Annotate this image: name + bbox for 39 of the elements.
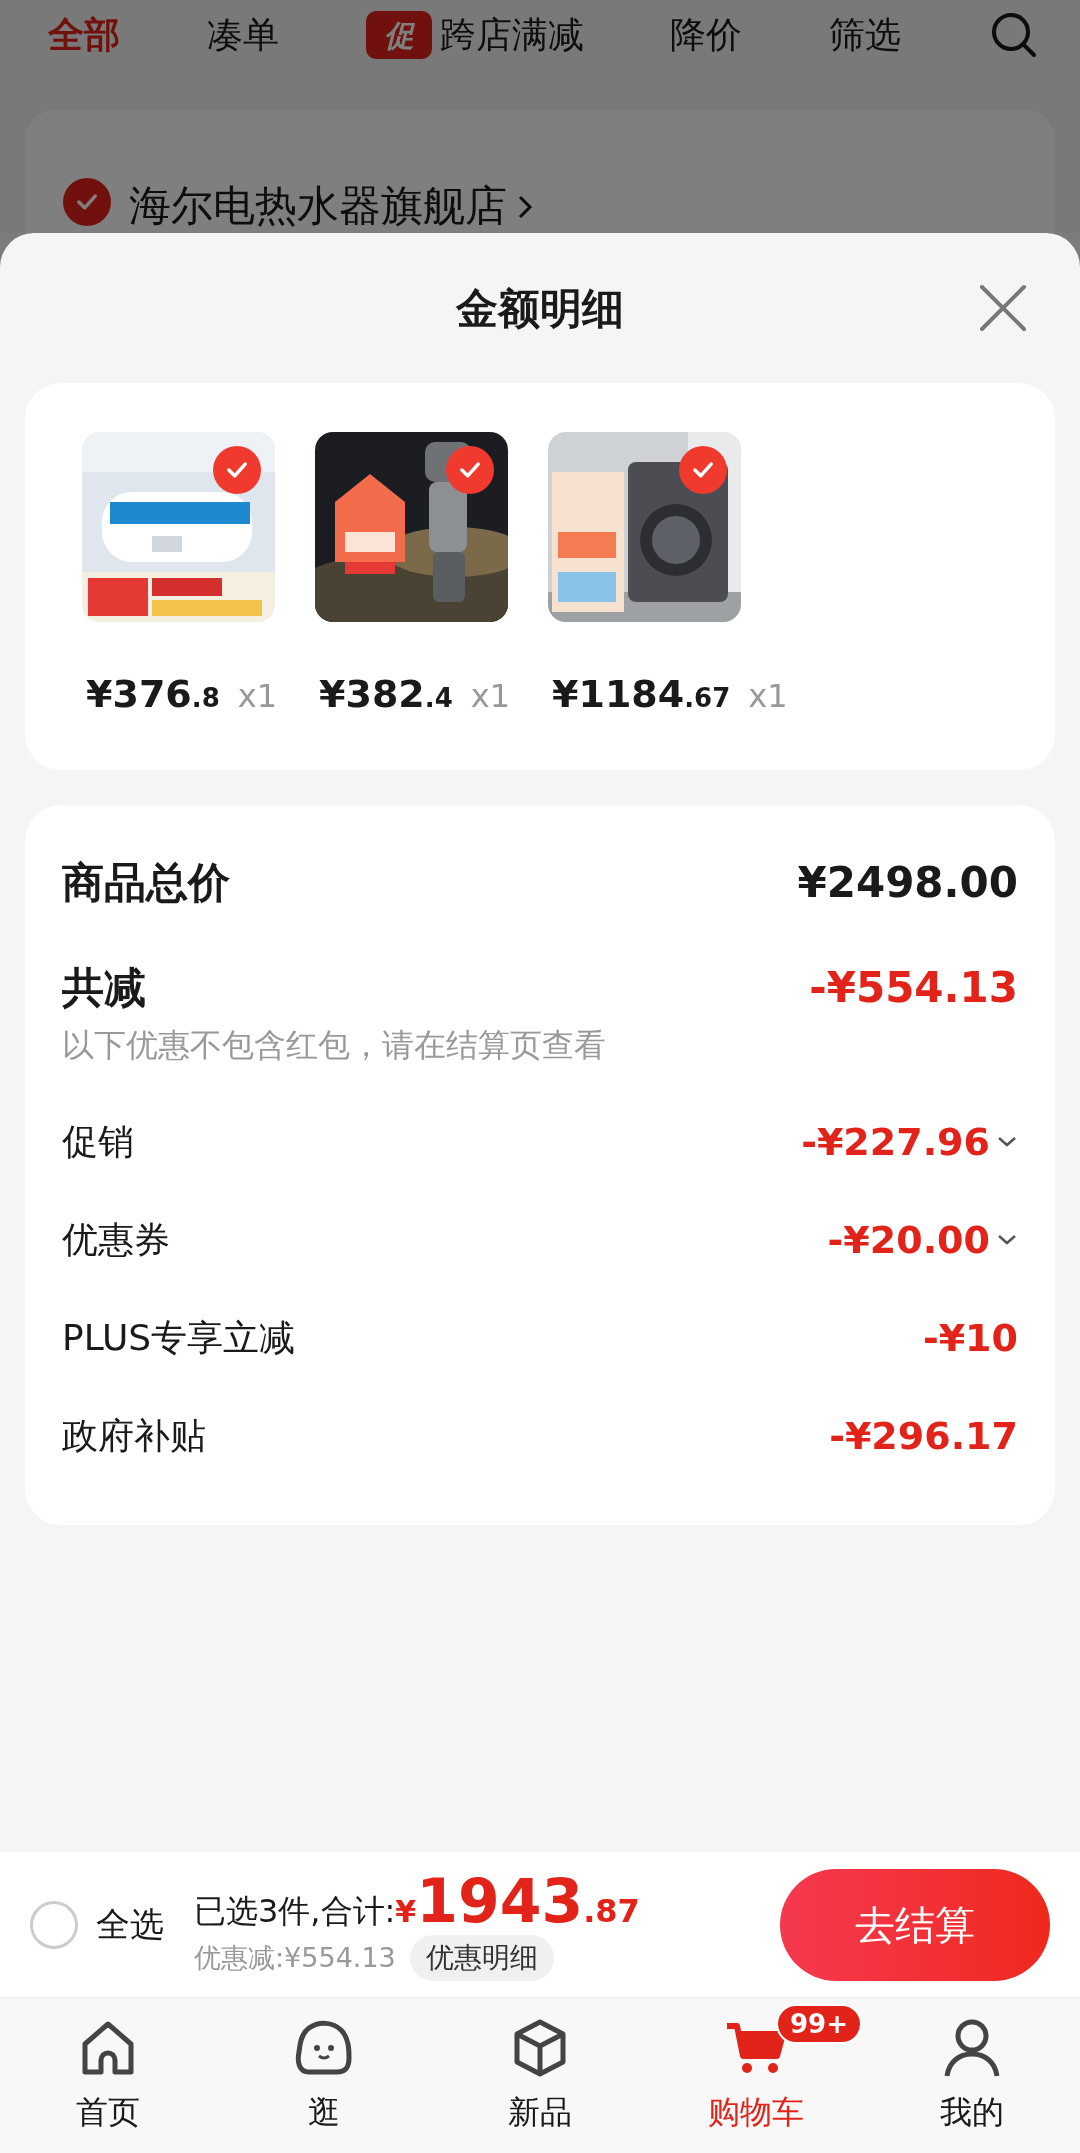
nav-tab[interactable]: 我的 [864,1998,1080,2153]
tab[interactable]: 跨店满减 [439,8,584,62]
promo-badge: 促 [365,11,432,59]
tab[interactable]: 凑单 [206,8,279,62]
product-price: ¥376.8 [86,671,220,718]
nav-tab[interactable]: 首页 [0,1998,216,2153]
quantity: x1 [748,676,788,717]
row-value: -¥296.17 [829,1412,1018,1460]
store-name[interactable]: 海尔电热水器旗舰店 [129,174,507,233]
tab[interactable]: 降价 [670,8,743,62]
saving-text: 优惠减:¥554.13 [194,1940,396,1975]
row-value: -¥10 [922,1314,1018,1362]
count-badge: 99+ [776,2004,862,2044]
row-value: -¥554.13 [809,962,1018,1014]
row-label: 优惠券 [62,1218,170,1262]
select-all-label[interactable]: 全选 [96,1899,164,1950]
tab[interactable]: 全部 [48,8,120,62]
row-label: 政府补贴 [62,1414,206,1458]
row-label: 共减 [62,962,146,1014]
tab[interactable]: 筛选 [829,8,902,62]
total-label: 已选3件,合计: [194,1891,396,1932]
quantity: x1 [470,676,511,717]
checkout-button[interactable]: 去结算 [780,1868,1050,1981]
row-value: -¥227.96 [801,1118,990,1166]
nav-tab[interactable]: 99+ 购物车 [648,1998,864,2153]
row-value: -¥20.00 [827,1216,990,1264]
row-label: 商品总价 [62,857,230,909]
nav-tab[interactable]: 逛 [216,1998,432,2153]
product-price: ¥1184.67 [552,671,731,718]
quantity: x1 [237,676,278,717]
row-label: 促销 [62,1120,134,1164]
sheet-title: 金额明细 [456,282,624,335]
product-price: ¥382.4 [319,671,453,718]
total-price: ¥1943.87 [395,1868,640,1935]
nav-tab[interactable]: 新品 [432,1998,648,2153]
row-value: ¥2498.00 [797,857,1018,909]
row-label: PLUS专享立减 [62,1316,296,1360]
discount-detail-button[interactable]: 优惠明细 [409,1935,554,1981]
note-text: 以下优惠不包含红包，请在结算页查看 [62,1025,607,1066]
